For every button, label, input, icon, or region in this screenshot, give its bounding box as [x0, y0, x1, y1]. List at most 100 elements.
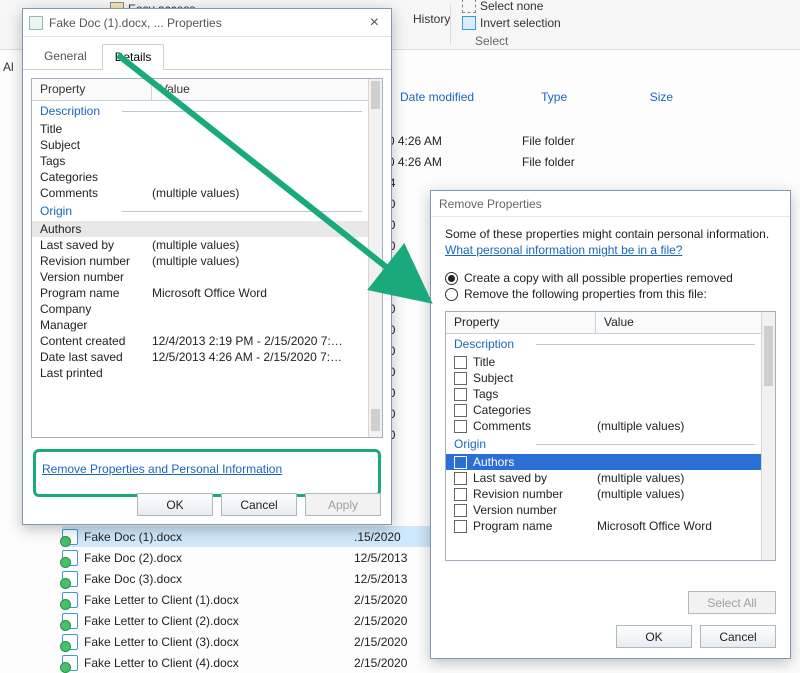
property-row[interactable]: Tags [32, 153, 368, 169]
tab-details[interactable]: Details [102, 44, 165, 70]
property-value [152, 154, 360, 168]
property-value: (multiple values) [597, 487, 753, 501]
remove-link-box: Remove Properties and Personal Informati… [33, 449, 381, 497]
properties-header-value[interactable]: Value [152, 79, 198, 100]
al-text: Al [3, 60, 14, 74]
property-row[interactable]: Categories [32, 169, 368, 185]
property-row[interactable]: Company [32, 301, 368, 317]
checkbox[interactable] [454, 488, 467, 501]
property-value [152, 138, 360, 152]
ok-button[interactable]: OK [137, 493, 213, 516]
properties-dialog: Fake Doc (1).docx, ... Properties × Gene… [22, 8, 392, 525]
checkbox[interactable] [454, 456, 467, 469]
select-none-label: Select none [480, 0, 543, 13]
property-row[interactable]: Program nameMicrosoft Office Word [32, 285, 368, 301]
property-row[interactable]: Title [446, 354, 761, 370]
cancel-button[interactable]: Cancel [221, 493, 297, 516]
properties-titlebar[interactable]: Fake Doc (1).docx, ... Properties × [23, 9, 391, 37]
file-name: Fake Letter to Client (1).docx [84, 593, 239, 607]
tab-general[interactable]: General [31, 43, 100, 69]
property-name: Tags [473, 387, 591, 401]
property-value [152, 170, 360, 184]
checkbox[interactable] [454, 520, 467, 533]
property-row[interactable]: Title [32, 121, 368, 137]
file-date: 2/15/2020 [354, 656, 407, 670]
radio-create-copy[interactable]: Create a copy with all possible properti… [445, 271, 776, 285]
property-row[interactable]: Version number [446, 502, 761, 518]
property-group: Origin [32, 201, 368, 221]
radio-remove-label: Remove the following properties from thi… [464, 287, 707, 301]
property-name: Version number [40, 270, 152, 284]
remove-help-link[interactable]: What personal information might be in a … [445, 243, 682, 257]
remove-header-property[interactable]: Property [446, 312, 596, 333]
file-type: File folder [522, 134, 575, 148]
remove-header-value[interactable]: Value [596, 312, 642, 333]
property-value [152, 122, 360, 136]
properties-header-property[interactable]: Property [32, 79, 152, 100]
property-row[interactable]: Revision number(multiple values) [446, 486, 761, 502]
checkbox[interactable] [454, 504, 467, 517]
property-name: Title [40, 122, 152, 136]
checkbox[interactable] [454, 404, 467, 417]
file-name: Fake Letter to Client (4).docx [84, 656, 239, 670]
remove-cancel-button[interactable]: Cancel [700, 625, 776, 648]
property-name: Title [473, 355, 591, 369]
invert-selection-button[interactable]: Invert selection [462, 16, 561, 30]
property-value [152, 270, 360, 284]
checkbox[interactable] [454, 472, 467, 485]
remove-titlebar[interactable]: Remove Properties [431, 191, 790, 217]
property-row[interactable]: Last saved by(multiple values) [446, 470, 761, 486]
property-row[interactable]: Last printed [32, 365, 368, 381]
property-value [152, 318, 360, 332]
property-value: (multiple values) [597, 471, 753, 485]
checkbox[interactable] [454, 420, 467, 433]
property-row[interactable]: Comments(multiple values) [446, 418, 761, 434]
property-row[interactable]: Content created12/4/2013 2:19 PM - 2/15/… [32, 333, 368, 349]
docx-icon [62, 655, 78, 671]
property-row[interactable]: Comments(multiple values) [32, 185, 368, 201]
radio-icon [445, 272, 458, 285]
checkbox[interactable] [454, 388, 467, 401]
property-row[interactable]: Authors [32, 221, 368, 237]
remove-properties-link[interactable]: Remove Properties and Personal Informati… [42, 462, 282, 476]
header-size[interactable]: Size [650, 90, 780, 118]
property-value: 12/5/2013 4:26 AM - 2/15/2020 7:… [152, 350, 360, 364]
checkbox[interactable] [454, 372, 467, 385]
property-row[interactable]: Program nameMicrosoft Office Word [446, 518, 761, 534]
header-type[interactable]: Type [541, 90, 650, 118]
property-value: Microsoft Office Word [152, 286, 360, 300]
file-name: Fake Doc (3).docx [84, 572, 182, 586]
property-name: Subject [40, 138, 152, 152]
property-name: Last saved by [40, 238, 152, 252]
property-name: Revision number [40, 254, 152, 268]
property-row[interactable]: Tags [446, 386, 761, 402]
remove-scrollbar[interactable] [761, 312, 775, 560]
property-row[interactable]: Subject [446, 370, 761, 386]
file-name: Fake Letter to Client (3).docx [84, 635, 239, 649]
properties-scrollbar[interactable] [368, 79, 382, 437]
property-name: Program name [40, 286, 152, 300]
file-list-header[interactable]: Date modified Type Size [400, 90, 780, 118]
radio-remove-from-file[interactable]: Remove the following properties from thi… [445, 287, 776, 301]
property-row[interactable]: Authors [446, 454, 761, 470]
select-none-button[interactable]: Select none [462, 0, 543, 13]
select-all-button: Select All [688, 591, 776, 614]
property-row[interactable]: Categories [446, 402, 761, 418]
history-button[interactable]: History [413, 12, 450, 26]
remove-note: Some of these properties might contain p… [445, 227, 776, 241]
file-date: 12/5/2013 [354, 572, 407, 586]
property-name: Authors [473, 455, 591, 469]
property-row[interactable]: Last saved by(multiple values) [32, 237, 368, 253]
property-row[interactable]: Subject [32, 137, 368, 153]
checkbox[interactable] [454, 356, 467, 369]
remove-ok-button[interactable]: OK [616, 625, 692, 648]
close-icon[interactable]: × [364, 14, 385, 32]
property-row[interactable]: Revision number(multiple values) [32, 253, 368, 269]
property-value: Microsoft Office Word [597, 519, 753, 533]
property-row[interactable]: Date last saved12/5/2013 4:26 AM - 2/15/… [32, 349, 368, 365]
history-label: History [413, 12, 450, 26]
property-row[interactable]: Version number [32, 269, 368, 285]
property-value: 12/4/2013 2:19 PM - 2/15/2020 7:… [152, 334, 360, 348]
header-date[interactable]: Date modified [400, 90, 541, 118]
property-row[interactable]: Manager [32, 317, 368, 333]
